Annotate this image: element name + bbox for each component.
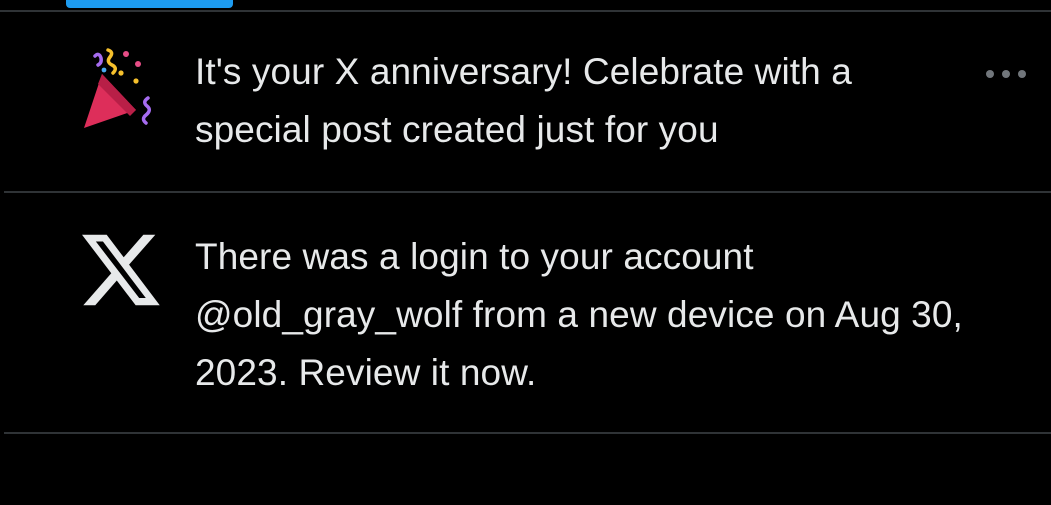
notification-text: There was a login to your account @old_g…	[195, 236, 963, 393]
notification-divider	[4, 432, 1051, 434]
notification-anniversary[interactable]: It's your X anniversary! Celebrate with …	[0, 12, 1051, 192]
active-tab-indicator	[66, 0, 233, 8]
notification-text: It's your X anniversary! Celebrate with …	[195, 51, 852, 150]
x-logo-icon	[82, 231, 160, 309]
notification-login-alert[interactable]: There was a login to your account @old_g…	[0, 193, 1051, 433]
more-dots-icon	[986, 70, 1026, 78]
party-popper-icon	[78, 48, 162, 132]
more-options-button[interactable]	[980, 56, 1032, 92]
